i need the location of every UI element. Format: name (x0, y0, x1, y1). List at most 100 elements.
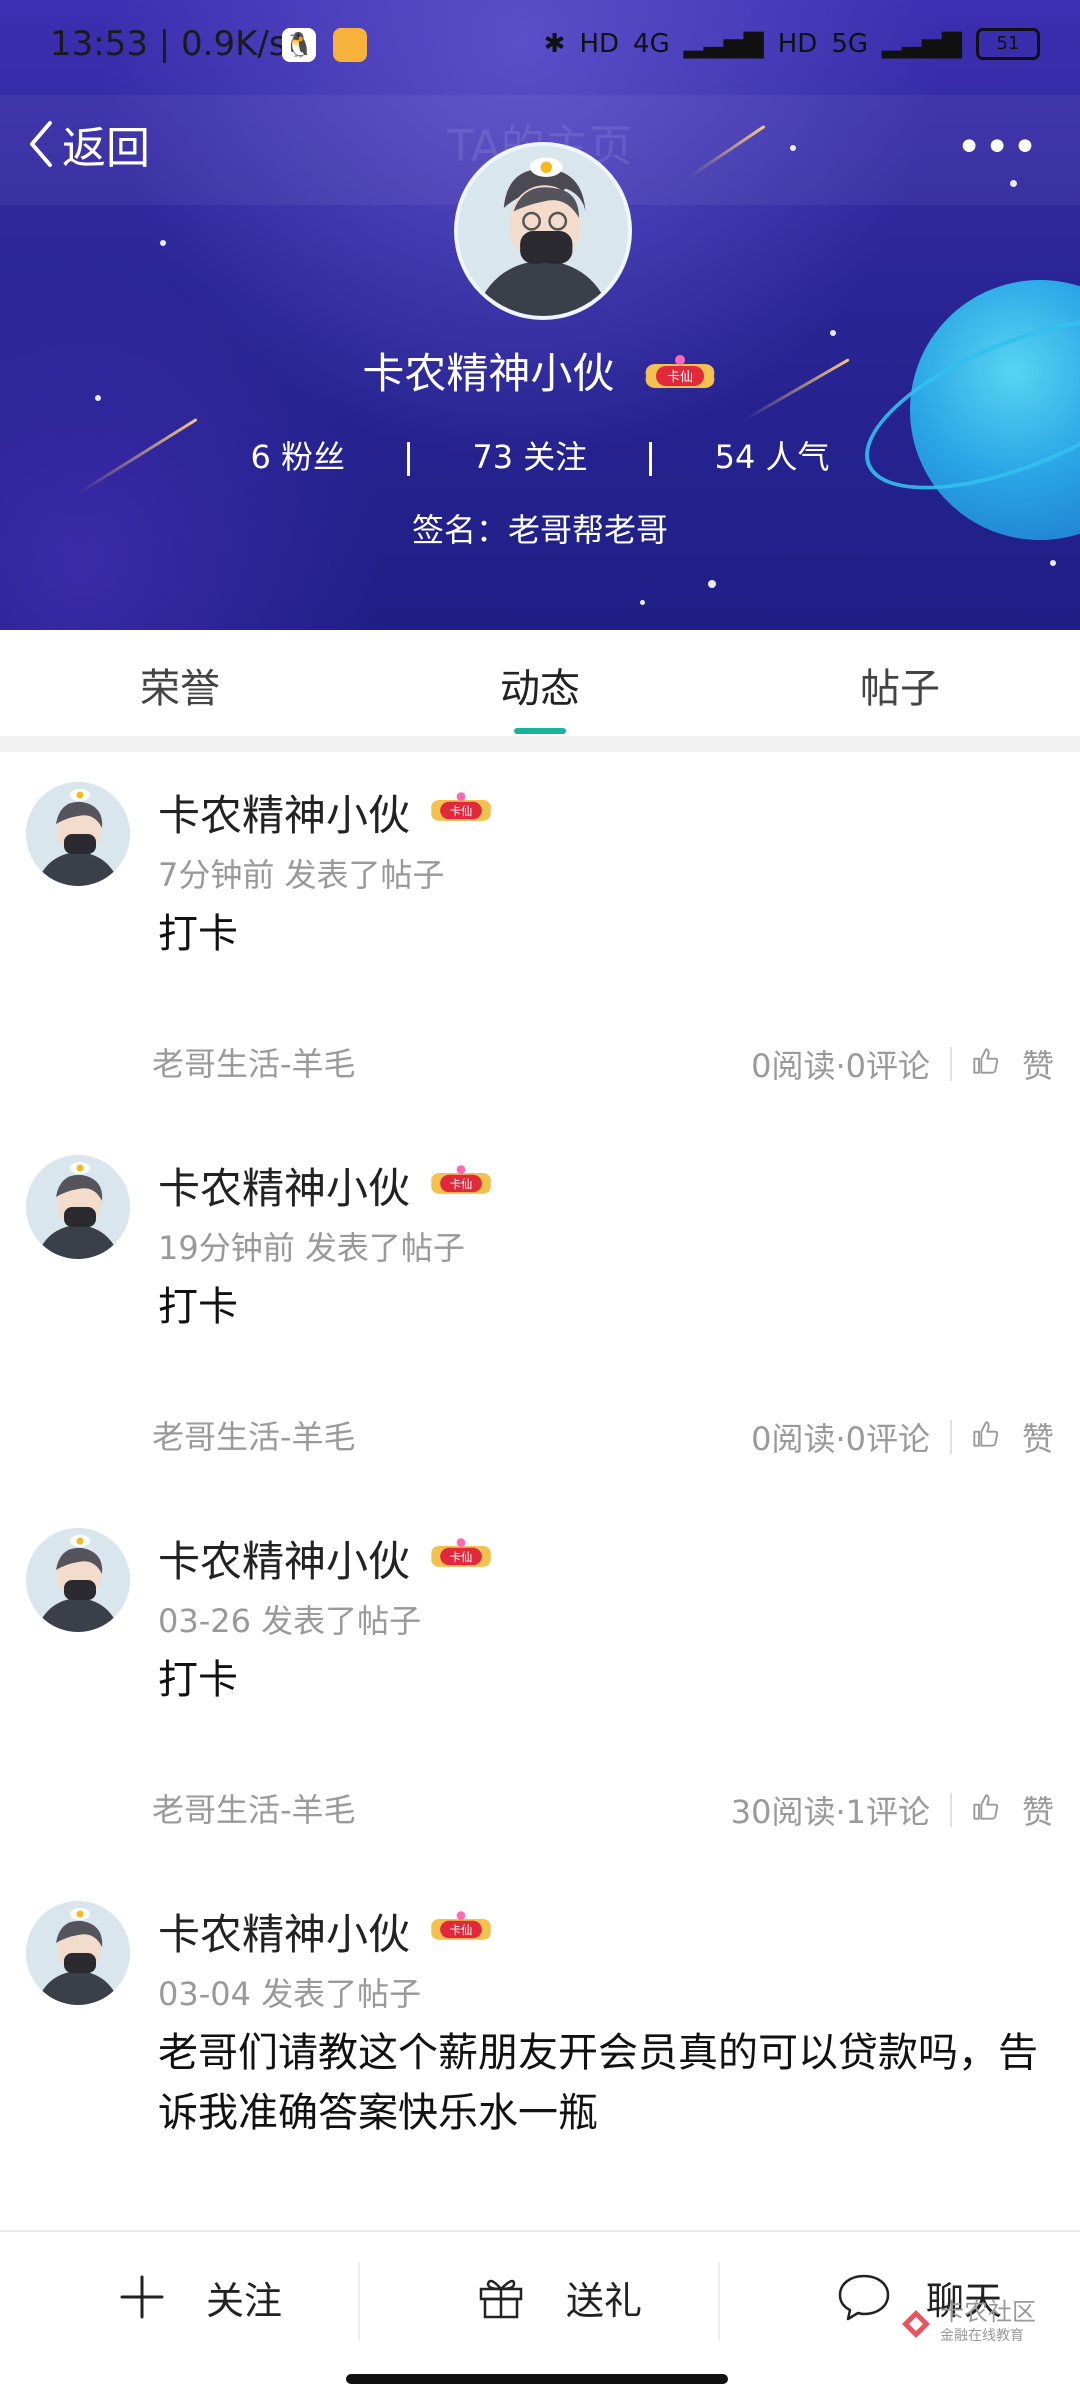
level-badge-icon: 卡仙 (428, 1908, 494, 1948)
avatar-illustration (458, 146, 628, 316)
post-action: 发表了帖子 (261, 1602, 422, 1640)
avatar-illustration (26, 1155, 130, 1259)
author-name[interactable]: 卡农精神小伙 (158, 782, 410, 843)
post-content[interactable]: 打卡 (158, 904, 1038, 964)
author-name[interactable]: 卡农精神小伙 (158, 1155, 410, 1216)
footer-divider (949, 1420, 952, 1454)
post-meta: 03-04 发表了帖子 (158, 1969, 421, 2015)
star-decoration (160, 240, 166, 246)
follow-button[interactable]: 关注 (118, 2262, 282, 2332)
footer-divider (949, 1793, 952, 1827)
profile-stats: 6 粉丝 73 关注 54 人气 (0, 432, 1080, 478)
post-read-comment-stats: 0阅读·0评论 (751, 1420, 930, 1458)
svg-text:卡仙: 卡仙 (450, 805, 473, 818)
level-badge-icon: 卡仙 (428, 1535, 494, 1575)
svg-text:卡仙: 卡仙 (450, 1551, 473, 1564)
footer-divider (949, 1047, 952, 1081)
svg-text:卡仙: 卡仙 (667, 370, 693, 385)
post-forum[interactable]: 老哥生活-羊毛 (152, 1412, 356, 1458)
community-logo-icon (902, 2310, 930, 2338)
status-time-speed: 13:53 | 0.9K/s (50, 24, 287, 64)
post-action: 发表了帖子 (304, 1229, 465, 1267)
profile-signature: 签名：老哥帮老哥 (411, 511, 668, 549)
qq-icon: 🐧 (282, 28, 316, 62)
bluetooth-icon: ✱ (543, 29, 566, 59)
back-label: 返回 (62, 123, 150, 174)
post-footer-stats: 30阅读·1评论 赞 (731, 1787, 1054, 1833)
author-avatar[interactable] (26, 1155, 130, 1259)
author-name[interactable]: 卡农精神小伙 (158, 1528, 410, 1589)
post-time: 03-26 (158, 1602, 251, 1640)
feed-item[interactable]: 卡农精神小伙 卡仙 03-04 发表了帖子 老哥们请教这个薪朋友开会员真的可以贷… (0, 1871, 1080, 2241)
network-label-3: HD (777, 29, 818, 59)
tab-honor[interactable]: 荣誉 (0, 656, 360, 714)
home-indicator[interactable] (346, 2374, 728, 2384)
feed-item[interactable]: 卡农精神小伙 卡仙 03-26 发表了帖子 打卡 老哥生活-羊毛 30阅读·1评… (0, 1498, 1080, 1873)
popularity-count: 54 人气 (714, 438, 830, 476)
fans-count[interactable]: 6 粉丝 (250, 438, 345, 476)
post-forum[interactable]: 老哥生活-羊毛 (152, 1785, 356, 1831)
post-read-comment-stats: 30阅读·1评论 (730, 1793, 930, 1831)
battery-icon: 51 (976, 28, 1040, 60)
tab-activity[interactable]: 动态 (360, 656, 720, 714)
active-tab-indicator (514, 728, 566, 734)
follow-label: 关注 (206, 2278, 283, 2323)
post-time: 03-04 (158, 1975, 251, 2013)
post-time: 19分钟前 (158, 1229, 295, 1267)
profile-header: TA的主页 13:53 | 0.9K/s 🐧 ✱ HD 4G ▂▃▅▇ HD 5… (0, 0, 1080, 630)
message-app-icon (333, 28, 367, 62)
back-button[interactable]: 返回 (26, 112, 150, 176)
feed-item[interactable]: 卡农精神小伙 卡仙 19分钟前 发表了帖子 打卡 老哥生活-羊毛 0阅读·0评论… (0, 1125, 1080, 1500)
bottom-bar-divider (358, 2262, 360, 2340)
author-avatar[interactable] (26, 1528, 130, 1632)
author-avatar[interactable] (26, 1901, 130, 2005)
level-badge-icon: 卡仙 (428, 1162, 494, 1202)
post-footer-stats: 0阅读·0评论 赞 (751, 1414, 1054, 1460)
post-forum[interactable]: 老哥生活-羊毛 (152, 1039, 356, 1085)
post-content[interactable]: 打卡 (158, 1650, 1038, 1710)
gift-button[interactable]: 送礼 (476, 2262, 642, 2332)
network-label-4: 5G (831, 29, 869, 59)
post-content[interactable]: 打卡 (158, 1277, 1038, 1337)
level-badge-icon: 卡仙 (428, 789, 494, 829)
chevron-left-icon (30, 121, 52, 167)
signal-icon: ▂▃▅▇ (683, 29, 764, 59)
thumbs-up-icon[interactable] (972, 1418, 1000, 1456)
watermark-subtitle: 金融在线教育 (940, 2328, 1024, 2344)
post-read-comment-stats: 0阅读·0评论 (751, 1047, 930, 1085)
profile-tabs: 荣誉 动态 帖子 (0, 630, 1080, 736)
like-label[interactable]: 赞 (1022, 1041, 1054, 1087)
feed-item[interactable]: 卡农精神小伙 卡仙 7分钟前 发表了帖子 打卡 老哥生活-羊毛 0阅读·0评论 … (0, 752, 1080, 1127)
profile-name: 卡农精神小伙 (362, 349, 615, 398)
star-decoration (1010, 180, 1017, 187)
post-meta: 19分钟前 发表了帖子 (158, 1223, 465, 1269)
tabs-divider (0, 736, 1080, 752)
profile-avatar[interactable] (454, 142, 632, 320)
like-label[interactable]: 赞 (1022, 1414, 1054, 1460)
svg-text:卡仙: 卡仙 (450, 1178, 473, 1191)
network-label-2: 4G (633, 29, 670, 59)
stats-divider (407, 442, 411, 476)
level-badge-icon: 卡仙 (642, 352, 718, 402)
star-decoration (708, 580, 716, 588)
stats-divider (649, 442, 653, 476)
thumbs-up-icon[interactable] (972, 1791, 1000, 1829)
bottom-bar-divider (718, 2262, 720, 2340)
signal-icon: ▂▃▅▇ (882, 29, 962, 59)
community-watermark: 卡农社区 金融在线教育 (900, 2300, 1036, 2348)
status-indicators: ✱ HD 4G ▂▃▅▇ HD 5G ▂▃▅▇ 51 (544, 28, 1040, 60)
tab-posts[interactable]: 帖子 (720, 656, 1080, 714)
like-label[interactable]: 赞 (1022, 1787, 1054, 1833)
author-name[interactable]: 卡农精神小伙 (158, 1901, 410, 1962)
more-options-button[interactable]: ••• (956, 122, 1040, 173)
chat-bubble-icon (838, 2274, 890, 2321)
post-footer-stats: 0阅读·0评论 赞 (751, 1041, 1054, 1087)
status-bar: 13:53 | 0.9K/s 🐧 ✱ HD 4G ▂▃▅▇ HD 5G ▂▃▅▇… (0, 0, 1080, 92)
avatar-illustration (26, 1901, 130, 2005)
following-count[interactable]: 73 关注 (472, 438, 587, 476)
post-content[interactable]: 老哥们请教这个薪朋友开会员真的可以贷款吗，告诉我准确答案快乐水一瓶 (158, 2023, 1038, 2143)
thumbs-up-icon[interactable] (972, 1045, 1000, 1083)
post-action: 发表了帖子 (261, 1975, 422, 2013)
watermark-title: 卡农社区 (940, 2298, 1036, 2326)
author-avatar[interactable] (26, 782, 130, 886)
